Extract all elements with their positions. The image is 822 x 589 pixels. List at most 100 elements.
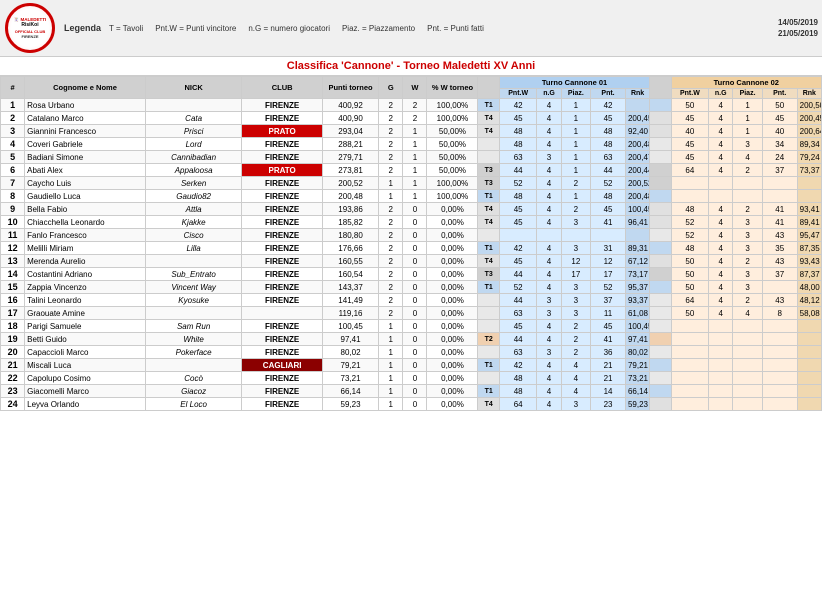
player-nick: Vincent Way	[145, 281, 242, 294]
t02-pw	[671, 398, 709, 411]
t02-pl: 1	[733, 125, 763, 138]
turno-indicator: T4	[478, 112, 499, 125]
player-g: 1	[379, 372, 403, 385]
player-pct: 50,00%	[427, 138, 478, 151]
t01-ng: 3	[537, 307, 561, 320]
turno2-indicator	[650, 307, 671, 320]
t02-ng: 4	[709, 138, 733, 151]
player-w: 0	[403, 281, 427, 294]
t01-pl: 3	[561, 307, 591, 320]
t02-rnk: 48,12	[797, 294, 821, 307]
t01-pl: 3	[561, 294, 591, 307]
player-name: Graouate Amine	[25, 307, 146, 320]
t01-pnt	[591, 229, 626, 242]
turno-indicator: T1	[478, 190, 499, 203]
t02-pl: 3	[733, 229, 763, 242]
rank-cell: 17	[1, 307, 25, 320]
t02-pw: 40	[671, 125, 709, 138]
player-w: 0	[403, 216, 427, 229]
player-pts: 66,14	[322, 385, 378, 398]
t02-rnk: 89,34	[797, 138, 821, 151]
player-g: 1	[379, 359, 403, 372]
player-w: 0	[403, 333, 427, 346]
t01-pnt: 45	[591, 203, 626, 216]
t01-pw: 44	[499, 164, 537, 177]
player-g: 1	[379, 177, 403, 190]
player-g: 1	[379, 190, 403, 203]
player-pct: 0,00%	[427, 385, 478, 398]
t02-pl	[733, 190, 763, 203]
t02-rnk	[797, 333, 821, 346]
player-name: Merenda Aurelio	[25, 255, 146, 268]
turno-indicator	[478, 320, 499, 333]
t02-pnt	[762, 190, 797, 203]
player-w: 0	[403, 385, 427, 398]
player-w: 0	[403, 229, 427, 242]
player-name: Abati Alex	[25, 164, 146, 177]
t02-pl: 3	[733, 268, 763, 281]
t02-pw	[671, 177, 709, 190]
player-name: Parigi Samuele	[25, 320, 146, 333]
turno-indicator	[478, 138, 499, 151]
t01-pl: 3	[561, 242, 591, 255]
legend-bar: 🃏 MALEDETTI RisiKoi OFFICIAL CLUB FIRENZ…	[0, 0, 822, 57]
th-t02-pw: Pnt.W	[671, 89, 709, 99]
t01-rnk: 66,14	[625, 385, 649, 398]
t02-ng: 4	[709, 99, 733, 112]
t02-pnt	[762, 385, 797, 398]
t02-pnt: 43	[762, 229, 797, 242]
player-club: FIRENZE	[242, 385, 322, 398]
player-club: FIRENZE	[242, 151, 322, 164]
player-w: 1	[403, 190, 427, 203]
t02-pnt: 43	[762, 255, 797, 268]
player-pts: 80,02	[322, 346, 378, 359]
th-t01-pl: Piaz.	[561, 89, 591, 99]
t01-pl: 3	[561, 398, 591, 411]
t01-rnk: 97,41	[625, 333, 649, 346]
player-w: 0	[403, 242, 427, 255]
rank-cell: 3	[1, 125, 25, 138]
player-club: PRATO	[242, 164, 322, 177]
player-pct: 0,00%	[427, 216, 478, 229]
turno2-indicator	[650, 346, 671, 359]
player-name: Zappia Vincenzo	[25, 281, 146, 294]
player-w: 1	[403, 151, 427, 164]
player-club: FIRENZE	[242, 281, 322, 294]
t01-pw: 44	[499, 333, 537, 346]
t02-pl	[733, 398, 763, 411]
player-club: FIRENZE	[242, 229, 322, 242]
rank-cell: 6	[1, 164, 25, 177]
player-w: 0	[403, 398, 427, 411]
t01-pw: 42	[499, 359, 537, 372]
t01-rnk: 67,12	[625, 255, 649, 268]
t01-pnt: 63	[591, 151, 626, 164]
turno2-indicator	[650, 242, 671, 255]
t01-ng: 4	[537, 372, 561, 385]
t02-rnk: 93,43	[797, 255, 821, 268]
turno2-indicator	[650, 138, 671, 151]
t01-ng: 4	[537, 398, 561, 411]
turno2-indicator	[650, 359, 671, 372]
t02-pw	[671, 333, 709, 346]
player-g: 1	[379, 346, 403, 359]
turno2-indicator	[650, 151, 671, 164]
player-g: 2	[379, 112, 403, 125]
t02-pw: 48	[671, 242, 709, 255]
player-club: FIRENZE	[242, 333, 322, 346]
turno2-indicator	[650, 216, 671, 229]
player-w: 0	[403, 320, 427, 333]
player-pts: 100,45	[322, 320, 378, 333]
t02-pl: 2	[733, 294, 763, 307]
t01-pl: 1	[561, 151, 591, 164]
t01-pl: 1	[561, 99, 591, 112]
player-pct: 0,00%	[427, 359, 478, 372]
t01-rnk: 79,21	[625, 359, 649, 372]
t02-pl	[733, 346, 763, 359]
th-ti	[478, 77, 499, 99]
player-club: FIRENZE	[242, 203, 322, 216]
player-nick: Prisci	[145, 125, 242, 138]
player-pct: 0,00%	[427, 372, 478, 385]
player-nick: Cannibadian	[145, 151, 242, 164]
t02-rnk: 89,41	[797, 216, 821, 229]
t01-ng: 4	[537, 359, 561, 372]
